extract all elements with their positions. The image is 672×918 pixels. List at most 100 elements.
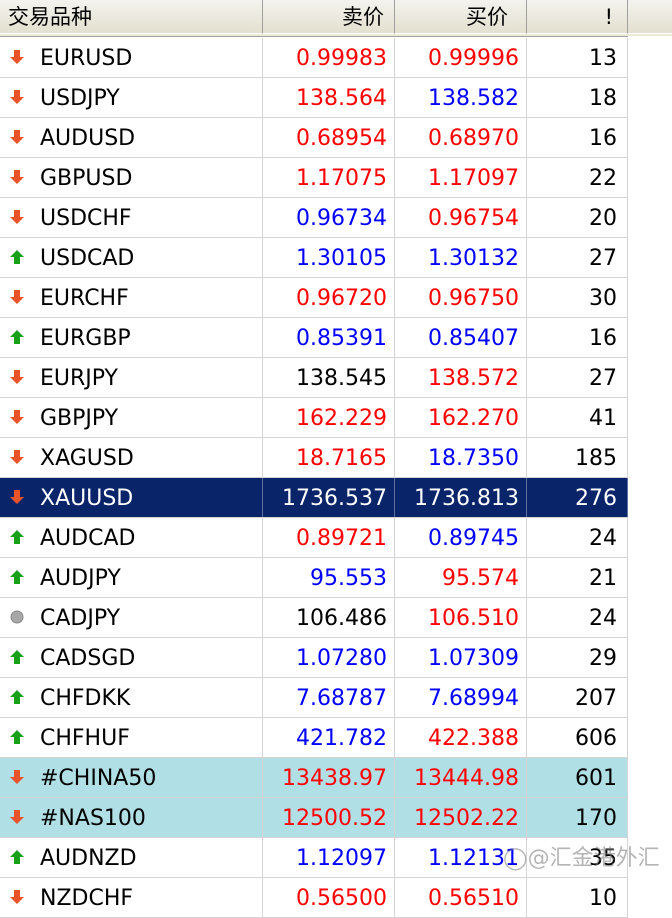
column-header-bid[interactable]: 卖价 [263, 0, 395, 34]
bid-price: 0.89721 [263, 518, 395, 557]
table-row[interactable]: GBPUSD 1.17075 1.17097 22 [0, 158, 628, 198]
symbol-cell: AUDNZD [0, 838, 263, 877]
table-row[interactable]: AUDJPY 95.553 95.574 21 [0, 558, 628, 598]
column-header-symbol[interactable]: 交易品种 [0, 0, 263, 34]
symbol-label: GBPJPY [40, 406, 119, 431]
table-row[interactable]: CHFHUF 421.782 422.388 606 [0, 718, 628, 758]
watermark: ◯@汇金港外汇 [503, 846, 660, 871]
arrow-up-icon [9, 249, 25, 265]
ask-price: 106.510 [395, 598, 527, 637]
table-row[interactable]: CHFDKK 7.68787 7.68994 207 [0, 678, 628, 718]
arrow-down-icon [9, 769, 25, 785]
arrow-up-icon [9, 529, 25, 545]
bid-price: 0.96720 [263, 278, 395, 317]
symbol-label: USDJPY [40, 86, 120, 111]
table-row[interactable]: XAUUSD 1736.537 1736.813 276 [0, 478, 628, 518]
bid-price: 138.564 [263, 78, 395, 117]
table-row[interactable]: NZDCHF 0.56500 0.56510 10 [0, 878, 628, 918]
spread-value: 13 [527, 38, 628, 77]
table-row[interactable]: #CHINA50 13438.97 13444.98 601 [0, 758, 628, 798]
symbol-label: CADSGD [40, 646, 136, 671]
table-row[interactable]: EURGBP 0.85391 0.85407 16 [0, 318, 628, 358]
symbol-label: CADJPY [40, 606, 121, 631]
ask-price: 0.99996 [395, 38, 527, 77]
ask-price: 138.582 [395, 78, 527, 117]
spread-value: 27 [527, 238, 628, 277]
table-row[interactable]: GBPJPY 162.229 162.270 41 [0, 398, 628, 438]
arrow-down-icon [9, 169, 25, 185]
bid-price: 162.229 [263, 398, 395, 437]
bid-price: 0.99983 [263, 38, 395, 77]
symbol-cell: CADJPY [0, 598, 263, 637]
column-header-filler [628, 0, 672, 34]
ask-price: 0.89745 [395, 518, 527, 557]
symbol-cell: XAGUSD [0, 438, 263, 477]
symbol-cell: AUDCAD [0, 518, 263, 557]
symbol-label: #NAS100 [40, 806, 146, 831]
ask-price: 1.30132 [395, 238, 527, 277]
spread-value: 29 [527, 638, 628, 677]
symbol-label: CHFDKK [40, 686, 131, 711]
spread-value: 16 [527, 118, 628, 157]
bid-price: 0.85391 [263, 318, 395, 357]
table-row[interactable]: EURCHF 0.96720 0.96750 30 [0, 278, 628, 318]
table-row[interactable]: #NAS100 12500.52 12502.22 170 [0, 798, 628, 838]
symbol-cell: CADSGD [0, 638, 263, 677]
symbol-label: AUDUSD [40, 126, 136, 151]
spread-value: 20 [527, 198, 628, 237]
table-row[interactable]: USDJPY 138.564 138.582 18 [0, 78, 628, 118]
table-row[interactable]: USDCHF 0.96734 0.96754 20 [0, 198, 628, 238]
arrow-down-icon [9, 409, 25, 425]
bid-price: 1.30105 [263, 238, 395, 277]
ask-price: 95.574 [395, 558, 527, 597]
table-row[interactable]: EURUSD 0.99983 0.99996 13 [0, 38, 628, 78]
symbol-cell: AUDJPY [0, 558, 263, 597]
symbol-label: USDCHF [40, 206, 132, 231]
table-row[interactable]: CADJPY 106.486 106.510 24 [0, 598, 628, 638]
neutral-dot-icon [9, 609, 25, 625]
spread-value: 185 [527, 438, 628, 477]
symbol-label: EURGBP [40, 326, 131, 351]
table-row[interactable]: AUDCAD 0.89721 0.89745 24 [0, 518, 628, 558]
symbol-cell: USDCHF [0, 198, 263, 237]
table-row[interactable]: USDCAD 1.30105 1.30132 27 [0, 238, 628, 278]
symbol-cell: #CHINA50 [0, 758, 263, 797]
bid-price: 1.12097 [263, 838, 395, 877]
spread-value: 207 [527, 678, 628, 717]
symbol-label: GBPUSD [40, 166, 133, 191]
bid-price: 18.7165 [263, 438, 395, 477]
table-row[interactable]: AUDUSD 0.68954 0.68970 16 [0, 118, 628, 158]
symbol-label: XAUUSD [40, 486, 134, 511]
table-row[interactable]: XAGUSD 18.7165 18.7350 185 [0, 438, 628, 478]
symbol-label: AUDCAD [40, 526, 136, 551]
arrow-up-icon [9, 649, 25, 665]
symbol-cell: EURUSD [0, 38, 263, 77]
table-row[interactable]: EURJPY 138.545 138.572 27 [0, 358, 628, 398]
spread-value: 276 [527, 478, 628, 517]
spread-value: 27 [527, 358, 628, 397]
table-row[interactable]: CADSGD 1.07280 1.07309 29 [0, 638, 628, 678]
empty-area [628, 36, 672, 898]
symbol-cell: USDCAD [0, 238, 263, 277]
bid-price: 12500.52 [263, 798, 395, 837]
market-watch-header: 交易品种 卖价 买价 ! [0, 0, 672, 37]
bid-price: 421.782 [263, 718, 395, 757]
arrow-down-icon [9, 369, 25, 385]
column-header-ask[interactable]: 买价 [395, 0, 527, 34]
column-header-spread[interactable]: ! [527, 0, 628, 34]
arrow-up-icon [9, 849, 25, 865]
arrow-down-icon [9, 49, 25, 65]
ask-price: 7.68994 [395, 678, 527, 717]
arrow-down-icon [9, 289, 25, 305]
arrow-up-icon [9, 689, 25, 705]
ask-price: 12502.22 [395, 798, 527, 837]
spread-value: 24 [527, 518, 628, 557]
ask-price: 0.96750 [395, 278, 527, 317]
spread-value: 18 [527, 78, 628, 117]
arrow-down-icon [9, 209, 25, 225]
symbol-cell: CHFHUF [0, 718, 263, 757]
arrow-down-icon [9, 809, 25, 825]
bid-price: 1736.537 [263, 478, 395, 517]
symbol-cell: #NAS100 [0, 798, 263, 837]
symbol-label: EURJPY [40, 366, 118, 391]
